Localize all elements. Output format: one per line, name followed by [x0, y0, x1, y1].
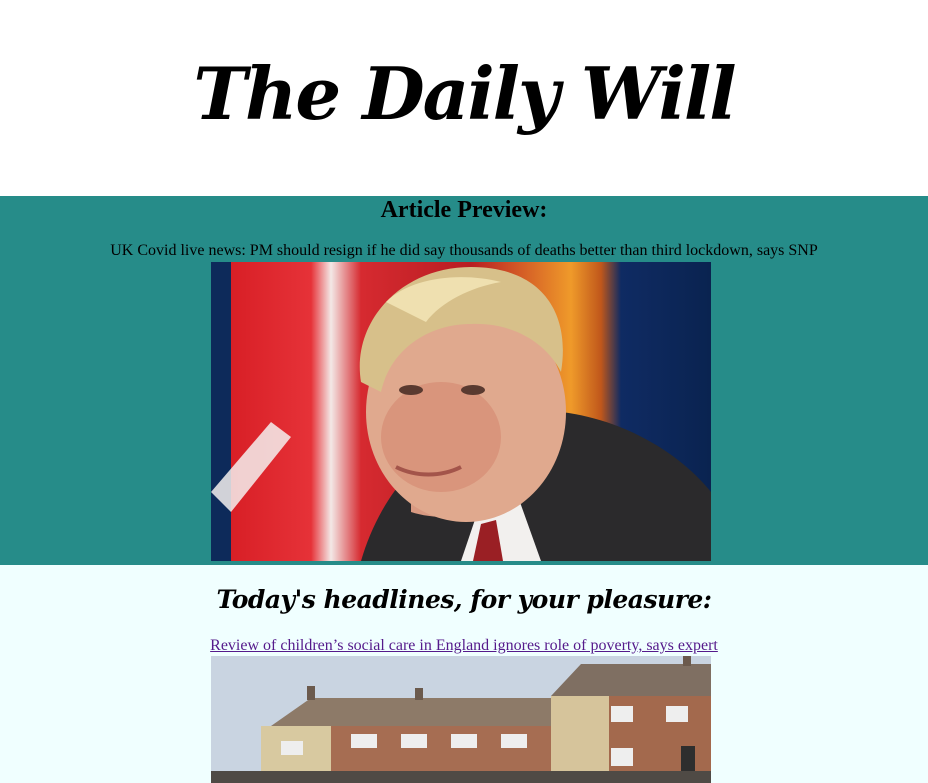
article-preview-heading: Article Preview: — [380, 197, 548, 223]
headline-image — [211, 656, 711, 783]
article-preview-section: Article Preview: UK Covid live news: PM … — [0, 196, 928, 565]
headlines-section: Today's headlines, for your pleasure: Re… — [0, 565, 928, 783]
site-title: The Daily Will — [193, 50, 736, 136]
headline-link[interactable]: Review of children’s social care in Engl… — [0, 637, 928, 655]
article-preview-headline: UK Covid live news: PM should resign if … — [110, 242, 818, 259]
headlines-heading: Today's headlines, for your pleasure: — [216, 585, 712, 614]
politician-photo-illustration — [211, 267, 711, 561]
housing-photo-illustration — [211, 656, 711, 783]
masthead: The Daily Will — [0, 0, 928, 196]
article-preview-image — [211, 262, 711, 561]
